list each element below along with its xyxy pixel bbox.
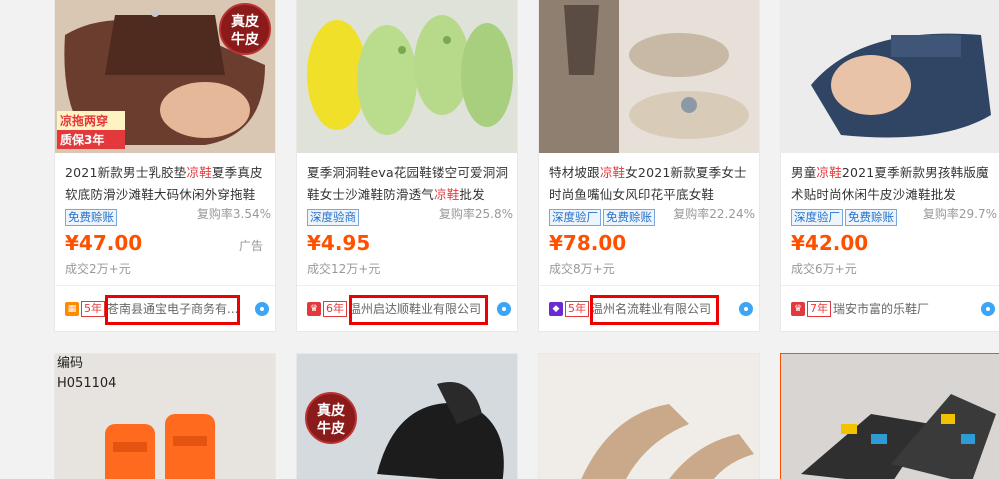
repurchase-rate: 复购率29.7% <box>922 207 997 221</box>
shop-name-link[interactable]: 瑞安市富的乐鞋厂 <box>833 300 973 318</box>
product-image[interactable]: 真皮 牛皮 <box>297 354 517 479</box>
product-image[interactable] <box>781 354 999 479</box>
shop-level-icon: ♛ <box>791 302 805 316</box>
tag-deep-verified-factory: 深度验厂 <box>791 209 843 226</box>
product-card[interactable] <box>780 353 999 479</box>
shop-level-icon: ♛ <box>307 302 321 316</box>
tag-row: 深度验厂 免费赊账 复购率29.7% <box>791 206 997 226</box>
product-image[interactable] <box>539 0 759 153</box>
product-card[interactable]: 特材坡跟凉鞋女2021新款夏季女士时尚鱼嘴仙女风印花平底女鞋 深度验厂 免费赊账 … <box>538 0 760 332</box>
shop-level-icon: ◆ <box>549 302 563 316</box>
price: ¥42.00 <box>791 231 869 255</box>
repurchase-rate: 复购率22.24% <box>673 207 755 221</box>
product-image[interactable] <box>781 0 999 153</box>
price: ¥78.00 <box>549 231 627 255</box>
wangwang-chat-icon[interactable] <box>255 302 269 316</box>
tag-deep-verified-factory: 深度验厂 <box>549 209 601 226</box>
wangwang-chat-icon[interactable] <box>739 302 753 316</box>
product-title[interactable]: 2021新款男士乳胶垫凉鞋夏季真皮软底防滑沙滩鞋大码休闲外穿拖鞋 <box>65 162 271 206</box>
sales-volume: 成交12万+元 <box>307 262 381 276</box>
divider <box>297 285 517 286</box>
repurchase-rate: 复购率3.54% <box>196 207 271 221</box>
product-title[interactable]: 特材坡跟凉鞋女2021新款夏季女士时尚鱼嘴仙女风印花平底女鞋 <box>549 162 755 206</box>
shop-years: 5年 <box>565 301 589 317</box>
highlight-box <box>105 295 240 325</box>
highlight-box <box>590 295 719 325</box>
product-grid: 真皮 牛皮 凉拖两穿 质保3年 2021新款男士乳胶垫凉鞋夏季真皮软底防滑沙滩鞋大… <box>0 0 999 479</box>
tag-free-credit: 免费赊账 <box>845 209 897 226</box>
tag-row: 免费赊账 复购率3.54% <box>65 206 271 226</box>
divider <box>781 285 999 286</box>
product-image[interactable] <box>539 354 759 479</box>
sales-volume: 成交6万+元 <box>791 262 857 276</box>
product-card[interactable]: 编码 H051104 <box>54 353 276 479</box>
ad-label: 广告 <box>238 239 263 253</box>
product-title[interactable]: 男童凉鞋2021夏季新款男孩韩版魔术贴时尚休闲牛皮沙滩鞋批发 <box>791 162 997 206</box>
product-card[interactable] <box>538 353 760 479</box>
genuine-leather-stamp: 真皮 牛皮 <box>305 392 357 444</box>
shop-years: 5年 <box>81 301 105 317</box>
tag-row: 深度验商 复购率25.8% <box>307 206 513 226</box>
promo-label: 凉拖两穿 质保3年 <box>57 111 125 149</box>
product-image[interactable]: 编码 H051104 <box>55 354 275 479</box>
genuine-leather-stamp: 真皮 牛皮 <box>219 3 271 55</box>
product-card[interactable]: 男童凉鞋2021夏季新款男孩韩版魔术贴时尚休闲牛皮沙滩鞋批发 深度验厂 免费赊账 … <box>780 0 999 332</box>
product-card[interactable]: 真皮 牛皮 <box>296 353 518 479</box>
shop-level-icon: ▦ <box>65 302 79 316</box>
price: ¥47.00 <box>65 231 143 255</box>
product-image[interactable] <box>297 0 517 153</box>
tag-free-credit: 免费赊账 <box>603 209 655 226</box>
sales-volume: 成交2万+元 <box>65 262 131 276</box>
highlight-box <box>349 295 488 325</box>
product-image[interactable]: 真皮 牛皮 凉拖两穿 质保3年 <box>55 0 275 153</box>
product-title[interactable]: 夏季洞洞鞋eva花园鞋镂空可爱洞洞鞋女士沙滩鞋防滑透气凉鞋批发 <box>307 162 513 206</box>
shop-years: 6年 <box>323 301 347 317</box>
tag-free-credit: 免费赊账 <box>65 209 117 226</box>
divider <box>539 285 759 286</box>
shop-years: 7年 <box>807 301 831 317</box>
product-card[interactable]: 夏季洞洞鞋eva花园鞋镂空可爱洞洞鞋女士沙滩鞋防滑透气凉鞋批发 深度验商 复购率… <box>296 0 518 332</box>
wangwang-chat-icon[interactable] <box>497 302 511 316</box>
shop-info: ♛ 7年 瑞安市富的乐鞋厂 <box>791 300 997 320</box>
divider <box>55 285 275 286</box>
product-code: 编码 H051104 <box>57 356 117 391</box>
product-card[interactable]: 真皮 牛皮 凉拖两穿 质保3年 2021新款男士乳胶垫凉鞋夏季真皮软底防滑沙滩鞋大… <box>54 0 276 332</box>
tag-row: 深度验厂 免费赊账 复购率22.24% <box>549 206 755 226</box>
repurchase-rate: 复购率25.8% <box>438 207 513 221</box>
wangwang-chat-icon[interactable] <box>981 302 995 316</box>
price: ¥4.95 <box>307 231 371 255</box>
tag-deep-verified: 深度验商 <box>307 209 359 226</box>
sales-volume: 成交8万+元 <box>549 262 615 276</box>
